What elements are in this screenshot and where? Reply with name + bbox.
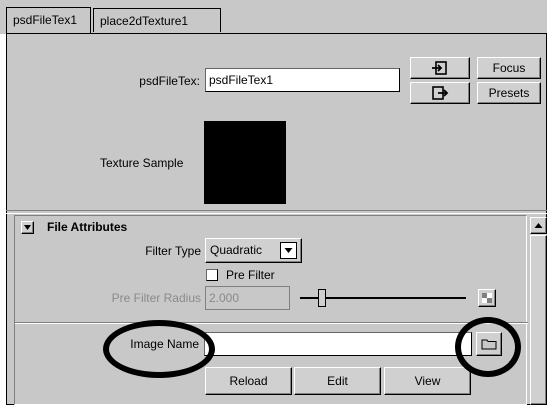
triangle-up-icon bbox=[534, 223, 543, 228]
presets-button[interactable]: Presets bbox=[477, 82, 541, 104]
view-button[interactable]: View bbox=[384, 367, 471, 395]
filter-type-label: Filter Type bbox=[145, 244, 201, 258]
annotation-circle-image-name bbox=[103, 320, 215, 378]
filter-type-dropdown[interactable]: Quadratic bbox=[205, 238, 302, 263]
pre-filter-checkbox[interactable] bbox=[206, 269, 218, 281]
texture-sample-swatch[interactable] bbox=[204, 121, 286, 204]
collapse-toggle[interactable] bbox=[21, 221, 34, 234]
dropdown-arrow bbox=[280, 242, 297, 259]
scroll-up-button[interactable] bbox=[530, 217, 547, 234]
node-name-value: psdFileTex1 bbox=[209, 73, 274, 87]
reload-button[interactable]: Reload bbox=[205, 367, 292, 395]
checker-icon bbox=[482, 293, 492, 303]
input-connections-icon bbox=[432, 61, 447, 75]
scrollbar[interactable] bbox=[530, 217, 547, 405]
input-connections-button[interactable] bbox=[410, 57, 470, 79]
pre-filter-radius-value: 2.000 bbox=[209, 291, 240, 305]
section-title: File Attributes bbox=[47, 220, 128, 234]
texture-sample-label: Texture Sample bbox=[100, 156, 184, 170]
tab-strip: psdFileTex1 place2dTexture1 bbox=[0, 0, 547, 34]
edit-button[interactable]: Edit bbox=[294, 367, 381, 395]
pre-filter-radius-field[interactable]: 2.000 bbox=[205, 286, 290, 310]
filter-type-value: Quadratic bbox=[210, 243, 263, 257]
image-name-field[interactable] bbox=[204, 332, 472, 356]
map-button[interactable] bbox=[478, 289, 496, 307]
node-name-field[interactable]: psdFileTex1 bbox=[205, 68, 400, 92]
annotation-circle-browse bbox=[455, 317, 521, 377]
tab-label: place2dTexture1 bbox=[100, 14, 189, 28]
tab-place2dtexture1[interactable]: place2dTexture1 bbox=[93, 8, 221, 32]
pre-filter-radius-slider-handle[interactable] bbox=[318, 289, 326, 307]
triangle-down-icon bbox=[24, 225, 31, 230]
output-connections-button[interactable] bbox=[410, 82, 470, 104]
section-divider bbox=[15, 322, 528, 324]
pre-filter-radius-label: Pre Filter Radius bbox=[111, 291, 201, 305]
output-connections-icon bbox=[432, 86, 449, 100]
chevron-down-icon bbox=[284, 248, 293, 253]
pre-filter-label: Pre Filter bbox=[226, 268, 275, 282]
tab-label: psdFileTex1 bbox=[13, 13, 78, 27]
tab-psdfiletex1[interactable]: psdFileTex1 bbox=[6, 7, 91, 33]
section-divider bbox=[6, 210, 547, 214]
node-name-label: psdFileTex: bbox=[139, 74, 200, 88]
focus-button[interactable]: Focus bbox=[477, 57, 541, 79]
scroll-thumb[interactable] bbox=[530, 235, 547, 405]
